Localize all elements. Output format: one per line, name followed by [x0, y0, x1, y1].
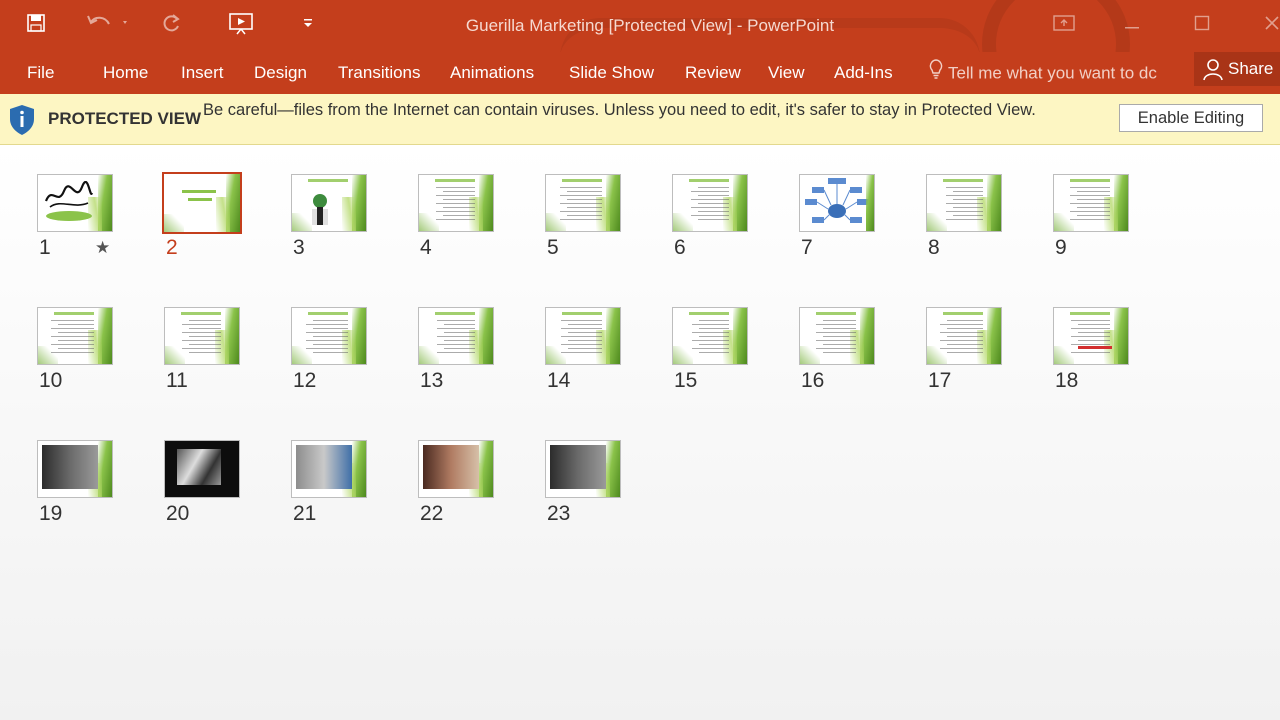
slide-thumbnail[interactable]	[799, 307, 875, 365]
tab-view[interactable]: View	[768, 58, 805, 88]
slide-thumbnail[interactable]	[291, 174, 367, 232]
slide-thumbnail[interactable]	[545, 174, 621, 232]
slide-number: 13	[420, 369, 444, 392]
lightbulb-icon	[928, 58, 944, 88]
slide-number: 12	[293, 369, 317, 392]
share-label: Share	[1228, 59, 1274, 78]
tab-design[interactable]: Design	[254, 58, 307, 88]
tab-review[interactable]: Review	[685, 58, 741, 88]
tab-slide-show[interactable]: Slide Show	[569, 58, 654, 88]
slide-number: 5	[547, 236, 559, 259]
slide-thumbnail[interactable]	[545, 440, 621, 498]
shield-info-icon	[8, 104, 36, 141]
slide-thumbnail[interactable]	[291, 307, 367, 365]
slide-thumbnail[interactable]	[1053, 307, 1129, 365]
slide-number: 10	[39, 369, 63, 392]
protected-view-message: Be careful—files from the Internet can c…	[203, 101, 1036, 119]
tell-me-text: Tell me what you want to dc	[948, 63, 1157, 83]
slide-thumbnail-item[interactable]: 23	[545, 440, 695, 550]
slide-thumbnail[interactable]	[672, 307, 748, 365]
slide-thumbnail[interactable]	[418, 174, 494, 232]
close-icon	[1264, 15, 1280, 36]
slide-thumbnail[interactable]	[37, 440, 113, 498]
slide-number: 18	[1055, 369, 1079, 392]
title-bar: Guerilla Marketing [Protected View] - Po…	[0, 0, 1280, 52]
slide-thumbnail[interactable]	[1053, 174, 1129, 232]
slide-sorter: 1 ★ 2 3 4 5 6 7 8 9 10 11 12 13 14 15 16 17 18 19 20 21 22 23	[0, 145, 1280, 720]
slide-thumbnail[interactable]	[926, 174, 1002, 232]
slide-thumbnail[interactable]	[799, 174, 875, 232]
slide-number: 22	[420, 502, 444, 525]
animation-star-icon[interactable]: ★	[95, 238, 110, 258]
slide-thumbnail[interactable]	[37, 307, 113, 365]
slide-number: 4	[420, 236, 432, 259]
tab-insert[interactable]: Insert	[181, 58, 224, 88]
slide-number: 15	[674, 369, 698, 392]
tab-home[interactable]: Home	[103, 58, 148, 88]
enable-editing-button[interactable]: Enable Editing	[1119, 104, 1263, 132]
tell-me-search[interactable]: Tell me what you want to dc	[928, 58, 1184, 88]
slide-thumbnail[interactable]	[164, 440, 240, 498]
slide-thumbnail[interactable]	[545, 307, 621, 365]
user-icon	[1202, 57, 1224, 81]
slide-number: 1	[39, 236, 51, 259]
slide-thumbnail[interactable]	[37, 174, 113, 232]
slide-number: 16	[801, 369, 825, 392]
ribbon-tabs: File Home Insert Design Transitions Anim…	[0, 52, 1280, 94]
slide-number: 3	[293, 236, 305, 259]
protected-view-bar: PROTECTED VIEW Be careful—files from the…	[0, 94, 1280, 145]
slide-number: 19	[39, 502, 63, 525]
close-button[interactable]	[1252, 10, 1280, 40]
tab-add-ins[interactable]: Add-Ins	[834, 58, 893, 88]
slide-number: 21	[293, 502, 317, 525]
tab-transitions[interactable]: Transitions	[338, 58, 421, 88]
slide-thumbnail[interactable]	[164, 307, 240, 365]
slide-thumbnail[interactable]	[291, 440, 367, 498]
slide-thumbnail-item[interactable]: 18	[1053, 307, 1203, 417]
slide-number: 14	[547, 369, 571, 392]
ribbon-display-icon	[1053, 14, 1075, 36]
slide-number: 20	[166, 502, 190, 525]
minimize-icon	[1124, 15, 1140, 36]
window-title: Guerilla Marketing [Protected View] - Po…	[465, 16, 835, 35]
slide-thumbnail[interactable]	[162, 172, 242, 234]
maximize-icon	[1194, 15, 1210, 36]
slide-thumbnail-item[interactable]: 9	[1053, 174, 1203, 284]
slide-number: 8	[928, 236, 940, 259]
slide-thumbnail[interactable]	[926, 307, 1002, 365]
ribbon-display-options-button[interactable]	[1044, 10, 1084, 40]
slide-number: 11	[166, 369, 188, 392]
tab-animations[interactable]: Animations	[450, 58, 534, 88]
minimize-button[interactable]	[1112, 10, 1152, 40]
share-button[interactable]: Share	[1194, 52, 1280, 86]
slide-thumbnail[interactable]	[418, 440, 494, 498]
slide-number: 9	[1055, 236, 1067, 259]
tab-file[interactable]: File	[27, 58, 54, 88]
slide-number: 2	[166, 236, 178, 259]
slide-thumbnail[interactable]	[672, 174, 748, 232]
slide-number: 23	[547, 502, 571, 525]
slide-number: 6	[674, 236, 686, 259]
slide-number: 7	[801, 236, 813, 259]
maximize-button[interactable]	[1182, 10, 1222, 40]
protected-view-title: PROTECTED VIEW	[48, 109, 202, 128]
slide-thumbnail[interactable]	[418, 307, 494, 365]
slide-number: 17	[928, 369, 952, 392]
